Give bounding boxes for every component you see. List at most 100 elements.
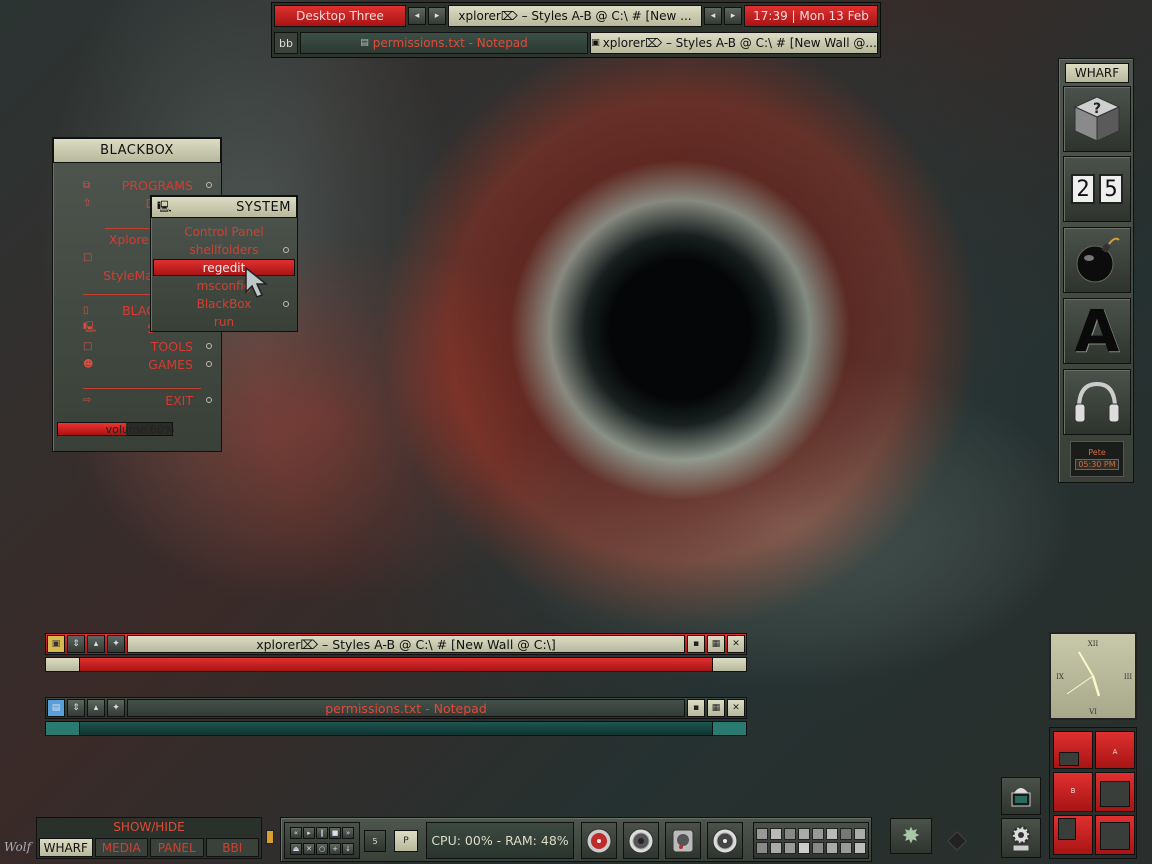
next-window-button[interactable]: ▸ — [724, 7, 742, 25]
toggle-bbi-button[interactable]: BBI — [205, 838, 259, 857]
pager-desktop-5[interactable] — [1053, 815, 1093, 855]
submenu-item-run[interactable]: run — [153, 313, 295, 330]
resize-grip-left[interactable] — [46, 722, 80, 735]
menu-separator — [83, 388, 201, 389]
submenu-item-blackbox[interactable]: BlackBox — [153, 295, 295, 312]
tray-icon[interactable] — [826, 841, 838, 854]
resize-grip-left[interactable] — [46, 658, 80, 671]
toggle-panel-button[interactable]: PANEL — [150, 838, 204, 857]
window-handle[interactable] — [45, 721, 747, 736]
volume-down-icon[interactable]: ↓ — [342, 842, 354, 855]
wharf-clock-tile[interactable]: Pete 05:30 PM — [1070, 441, 1124, 477]
menu-item-programs[interactable]: ⧉ PROGRAMS — [53, 176, 221, 194]
maximize-button[interactable]: ▦ — [707, 699, 725, 717]
cdrom-button[interactable] — [707, 822, 743, 859]
box-icon: □ — [83, 340, 93, 352]
shade-button[interactable]: ⇕ — [67, 699, 85, 717]
wharf-headphones-tile[interactable] — [1063, 369, 1131, 435]
active-window-title[interactable]: xplorer⌦ – Styles A-B @ C:\ # [New ... — [448, 5, 702, 27]
tray-icon[interactable] — [756, 827, 768, 840]
workspace-label[interactable]: Desktop Three — [274, 5, 406, 27]
tray-icon[interactable] — [840, 841, 852, 854]
shade-button[interactable]: ⇕ — [67, 635, 85, 653]
folder-icon[interactable]: ▣ — [47, 635, 65, 653]
notepad-icon[interactable]: ▤ — [47, 699, 65, 717]
settings-button[interactable] — [1001, 818, 1041, 858]
window-titlebar[interactable]: ▤ ⇕ ▴ ✦ permissions.txt - Notepad ▪ ▦ ✕ — [45, 697, 747, 719]
play-icon[interactable]: ▸ — [303, 826, 315, 839]
rewind-icon[interactable]: « — [290, 826, 302, 839]
minimize-button[interactable]: ▪ — [687, 635, 705, 653]
task-button-xplorer[interactable]: ▣ xplorer⌦ – Styles A-B @ C:\ # [New Wal… — [590, 32, 878, 54]
disk-gray-button[interactable] — [623, 822, 659, 859]
pager-desktop-3[interactable]: B — [1053, 772, 1093, 812]
resize-grip-right[interactable] — [712, 722, 746, 735]
resize-grip-right[interactable] — [712, 658, 746, 671]
prev-window-button[interactable]: ◂ — [704, 7, 722, 25]
tray-icon[interactable] — [854, 827, 866, 840]
wharf-counter-tile[interactable]: 2 5 — [1063, 156, 1131, 222]
submenu-item-shellfolders[interactable]: shellfolders — [153, 241, 295, 258]
minimize-button[interactable]: ▪ — [687, 699, 705, 717]
volume-slider[interactable]: volume 60% — [57, 422, 174, 436]
bb-button[interactable]: bb — [274, 32, 298, 54]
tray-icon[interactable] — [812, 827, 824, 840]
toggle-media-button[interactable]: MEDIA — [94, 838, 148, 857]
toggle-wharf-button[interactable]: WHARF — [39, 838, 93, 857]
playlist-button[interactable]: P — [394, 830, 418, 852]
forward-icon[interactable]: » — [342, 826, 354, 839]
volume-up-icon[interactable]: + — [329, 842, 341, 855]
stop-icon[interactable]: ■ — [329, 826, 341, 839]
pager-desktop-2[interactable]: A — [1095, 731, 1135, 769]
menu-item-tools[interactable]: □ TOOLS — [53, 337, 221, 355]
prev-workspace-button[interactable]: ◂ — [408, 7, 426, 25]
tray-icon[interactable] — [784, 841, 796, 854]
start-button[interactable]: ✸ — [890, 818, 932, 854]
tray-icon[interactable] — [784, 827, 796, 840]
window-handle[interactable] — [45, 657, 747, 672]
submenu-item-regedit[interactable]: regedit — [153, 259, 295, 276]
tray-icon[interactable] — [812, 841, 824, 854]
wharf-help-tile[interactable]: ? — [1063, 86, 1131, 152]
speaker-icon — [628, 828, 654, 853]
raise-button[interactable]: ▴ — [87, 699, 105, 717]
pause-icon[interactable]: ‖ — [316, 826, 328, 839]
toolbar-clock[interactable]: 17:39 | Mon 13 Feb — [744, 5, 878, 27]
close-button[interactable]: ✕ — [727, 699, 745, 717]
next-workspace-button[interactable]: ▸ — [428, 7, 446, 25]
tray-icon[interactable] — [798, 827, 810, 840]
tray-icon[interactable] — [854, 841, 866, 854]
tray-icon[interactable] — [826, 827, 838, 840]
disk-red-button[interactable] — [581, 822, 617, 859]
task-button-notepad[interactable]: ▤ permissions.txt - Notepad — [300, 32, 588, 54]
submenu-item-msconfig[interactable]: msconfig — [153, 277, 295, 294]
wharf-font-tile[interactable]: A — [1063, 297, 1131, 365]
submenu-item-control-panel[interactable]: Control Panel — [153, 223, 295, 240]
tray-icon[interactable] — [770, 841, 782, 854]
pager-desktop-1[interactable] — [1053, 731, 1093, 769]
bomb-icon — [1076, 237, 1120, 283]
close-button[interactable]: ✕ — [727, 635, 745, 653]
harddisk-button[interactable] — [665, 822, 701, 859]
shuffle-icon[interactable]: ✕ — [303, 842, 315, 855]
tray-icon[interactable] — [770, 827, 782, 840]
pager-desktop-4[interactable] — [1095, 772, 1135, 812]
track-number[interactable]: 5 — [364, 830, 386, 852]
menu-item-games[interactable]: ☻ GAMES — [53, 355, 221, 373]
maximize-button[interactable]: ▦ — [707, 635, 725, 653]
wharf-bomb-tile[interactable] — [1063, 227, 1131, 293]
window-titlebar[interactable]: ▣ ⇕ ▴ ✦ xplorer⌦ – Styles A-B @ C:\ # [N… — [45, 633, 747, 655]
tray-icon[interactable] — [756, 841, 768, 854]
sticky-button[interactable]: ✦ — [107, 635, 125, 653]
screen-lock-button[interactable] — [1001, 777, 1041, 815]
eject-icon[interactable]: ⏏ — [290, 842, 302, 855]
repeat-icon[interactable]: ○ — [316, 842, 328, 855]
menu-item-exit[interactable]: ⇨ EXIT — [53, 391, 221, 409]
tray-icon[interactable] — [798, 841, 810, 854]
raise-button[interactable]: ▴ — [87, 635, 105, 653]
panel-grip-icon[interactable] — [266, 830, 274, 844]
up-arrow-icon: ⇧ — [83, 197, 92, 209]
sticky-button[interactable]: ✦ — [107, 699, 125, 717]
tray-icon[interactable] — [840, 827, 852, 840]
pager-desktop-6[interactable] — [1095, 815, 1135, 855]
